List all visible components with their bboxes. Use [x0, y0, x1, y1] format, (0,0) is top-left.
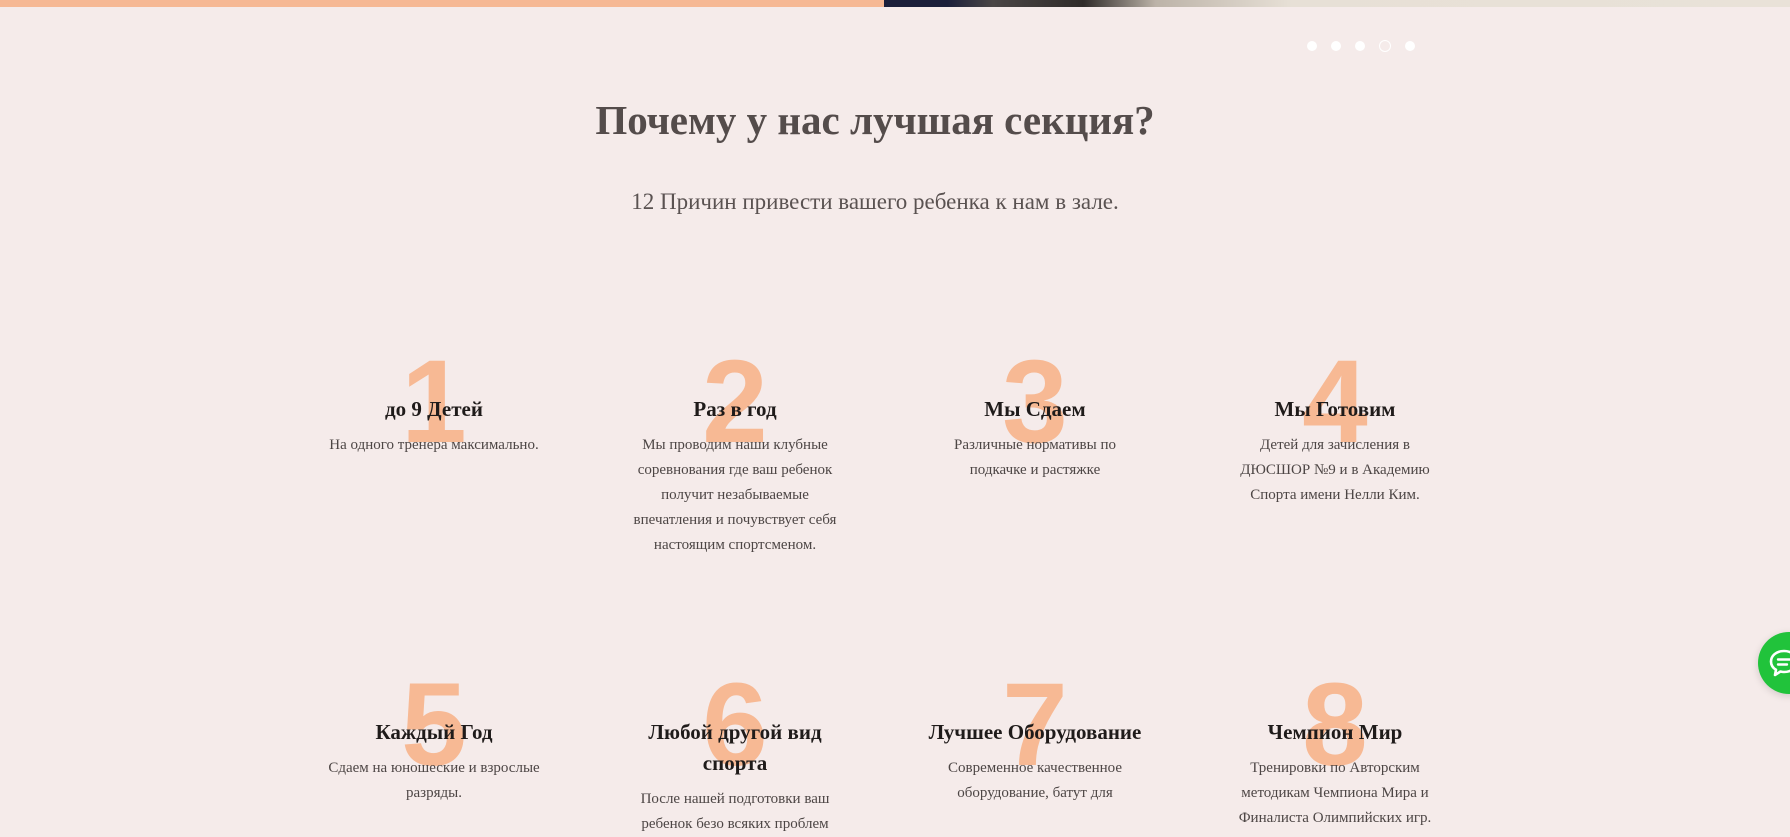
hero-slide-color-block [0, 0, 884, 7]
slider-dot-3[interactable] [1355, 41, 1365, 51]
section-title: Почему у нас лучшая секция? [595, 97, 1155, 143]
feature-description: После нашей подготовки ваш ребенок безо … [640, 791, 830, 832]
feature-title: Мы Сдаем [984, 397, 1086, 421]
slider-dot-2[interactable] [1331, 41, 1341, 51]
feature-title: до 9 Детей [385, 397, 483, 421]
feature-description: На одного тренера максимально. [329, 437, 539, 453]
feature-description: Мы проводим наши клубные соревнования гд… [633, 437, 837, 553]
feature-description: Сдаем на юношеские и взрослые разряды. [328, 760, 540, 801]
feature-item-3: 3 Мы Сдаем Различные нормативы по подкач… [925, 343, 1145, 483]
feature-item-7: 7 Лучшее Оборудование Современное качест… [925, 666, 1145, 806]
feature-item-6: 6 Любой другой вид спорта После нашей по… [625, 666, 845, 837]
feature-title: Мы Готовим [1274, 397, 1396, 421]
hero-slider-bottom-edge [0, 0, 1790, 7]
slider-dot-4-active[interactable] [1379, 40, 1391, 52]
feature-title: Лучшее Оборудование [928, 720, 1142, 744]
section-subtitle: 12 Причин привести вашего ребенка к нам … [631, 189, 1119, 214]
feature-item-8: 8 Чемпион Мир Тренировки по Авторским ме… [1225, 666, 1445, 831]
feature-item-4: 4 Мы Готовим Детей для зачисления в ДЮСШ… [1225, 343, 1445, 508]
feature-description: Современное качественное оборудование, б… [948, 760, 1122, 801]
feature-item-1: 1 до 9 Детей На одного тренера максималь… [324, 343, 544, 461]
chat-widget-button[interactable] [1758, 632, 1790, 694]
feature-item-5: 5 Каждый Год Сдаем на юношеские и взросл… [324, 666, 544, 806]
slider-dot-5[interactable] [1405, 41, 1415, 51]
feature-title: Чемпион Мир [1267, 720, 1403, 744]
chat-bubble-icon [1769, 649, 1790, 677]
feature-description: Тренировки по Авторским методикам Чемпио… [1238, 760, 1432, 826]
feature-description: Различные нормативы по подкачке и растяж… [954, 437, 1116, 478]
feature-title: Раз в год [693, 397, 777, 421]
slider-dot-1[interactable] [1307, 41, 1317, 51]
hero-slide-photo [884, 0, 1790, 7]
feature-title: Любой другой вид спорта [648, 720, 822, 775]
feature-title: Каждый Год [375, 720, 493, 744]
feature-description: Детей для зачисления в ДЮСШОР №9 и в Ака… [1240, 437, 1430, 503]
slider-pagination [1307, 40, 1429, 52]
feature-item-2: 2 Раз в год Мы проводим наши клубные сор… [625, 343, 845, 558]
